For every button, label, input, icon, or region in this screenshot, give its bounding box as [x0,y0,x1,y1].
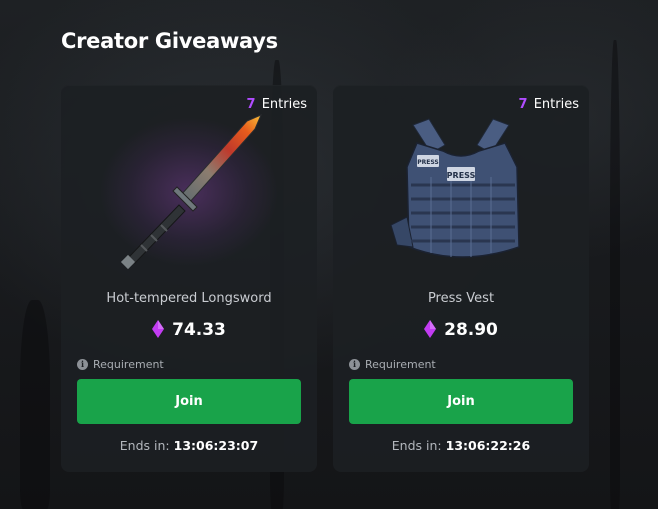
ends-in: Ends in: 13:06:23:07 [61,438,317,453]
giveaway-card: 7 Entries [61,85,317,472]
countdown-timer: 13:06:23:07 [173,438,259,453]
ends-label: Ends in: [119,438,170,453]
gem-icon [424,320,437,343]
info-icon: i [349,359,360,370]
requirement-info[interactable]: i Requirement [349,358,436,371]
join-button[interactable]: Join [349,379,573,424]
info-icon: i [77,359,88,370]
requirement-label: Requirement [365,358,436,371]
svg-text:PRESS: PRESS [447,171,476,180]
item-image-longsword [89,107,289,277]
ends-in: Ends in: 13:06:22:26 [333,438,589,453]
join-button[interactable]: Join [77,379,301,424]
requirement-info[interactable]: i Requirement [77,358,164,371]
page-title: Creator Giveaways [61,29,278,53]
background-tree [20,300,50,509]
price-value: 28.90 [444,320,498,340]
gem-icon [152,320,165,343]
giveaway-card: 7 Entries [333,85,589,472]
price-value: 74.33 [172,320,226,340]
background-tree [610,40,620,509]
svg-text:PRESS: PRESS [417,159,439,166]
item-price: 74.33 [61,320,317,343]
item-name: Hot-tempered Longsword [106,291,272,306]
countdown-timer: 13:06:22:26 [445,438,531,453]
ends-label: Ends in: [391,438,442,453]
requirement-label: Requirement [93,358,164,371]
item-name: Press Vest [427,291,495,306]
item-price: 28.90 [333,320,589,343]
item-image-press-vest: PRESS PRESS [361,107,561,277]
